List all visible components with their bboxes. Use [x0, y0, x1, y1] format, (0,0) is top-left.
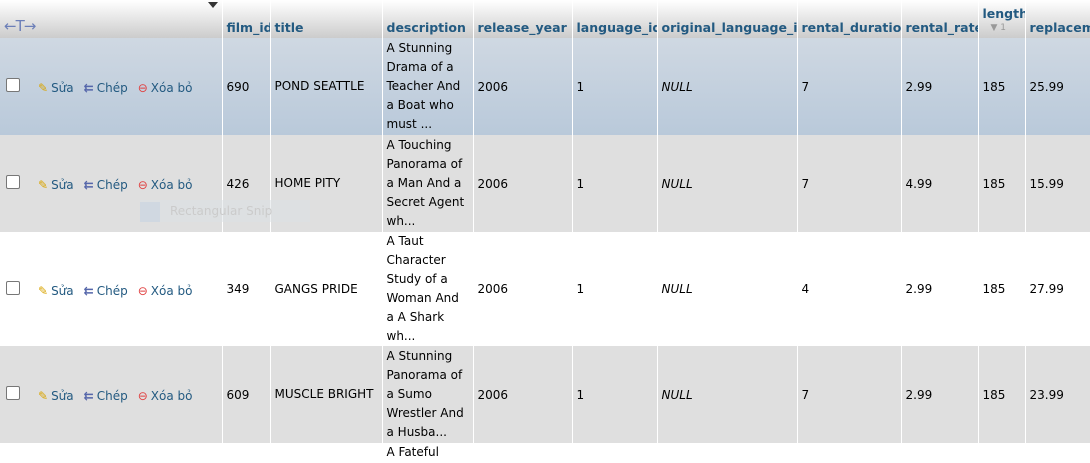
cell-original_language_id[interactable]: NULL [657, 346, 798, 443]
column-header-length[interactable]: length ▼ 1 [978, 0, 1026, 38]
cell-rental_duration[interactable]: 7 [797, 135, 902, 232]
sort-desc-icon: ▼ 1 [990, 23, 1007, 33]
cell-replacement[interactable]: 23.99 [1025, 346, 1090, 443]
pencil-icon: ✎ [38, 178, 49, 192]
column-resize-header[interactable]: ←T→ [0, 0, 223, 38]
pencil-icon: ✎ [38, 81, 49, 95]
delete-icon: ⊖ [137, 283, 148, 298]
copy-icon: ⇇ [83, 389, 94, 403]
cell-language_id[interactable]: 1 [572, 346, 658, 443]
cell-rental_rate[interactable]: 4.99 [901, 135, 979, 232]
delete-button[interactable]: ⊖ Xóa bỏ [138, 389, 193, 403]
cell-length[interactable]: 185 [978, 346, 1026, 443]
cell-replacement[interactable]: 15.99 [1025, 135, 1090, 232]
cell-film_id[interactable]: 609 [222, 346, 271, 443]
snip-overlay: Rectangular Snip [140, 200, 310, 222]
cell-release_year[interactable]: 2006 [473, 38, 573, 135]
edit-button[interactable]: ✎ Sửa [38, 178, 74, 192]
pencil-icon: ✎ [38, 389, 49, 403]
cell-rental_duration[interactable]: 7 [797, 38, 902, 135]
cell-description[interactable]: A Taut Character Study of a Woman And a … [382, 232, 474, 346]
column-header-original_language_id[interactable]: original_language_id [657, 0, 798, 38]
table-row[interactable]: ✎ Sửa ⇇ Chép ⊖ Xóa bỏ 609 MUSCLE BRIGHT A Stunni… [0, 346, 1090, 443]
column-header-rental_duration[interactable]: rental_duration [797, 0, 902, 38]
cell-rental_rate[interactable]: 2.99 [901, 232, 979, 346]
copy-button[interactable]: ⇇ Chép [84, 81, 128, 95]
cell-original_language_id[interactable]: NULL [657, 135, 798, 232]
cell-film_id[interactable]: 690 [222, 38, 271, 135]
cell-release_year[interactable]: 2006 [473, 346, 573, 443]
copy-button[interactable]: ⇇ Chép [84, 284, 128, 298]
cell-length[interactable]: 185 [978, 38, 1026, 135]
delete-button[interactable]: ⊖ Xóa bỏ [138, 178, 193, 192]
delete-icon: ⊖ [137, 178, 148, 192]
cell-description[interactable]: A Fateful [382, 443, 474, 463]
delete-icon: ⊖ [137, 81, 148, 95]
pencil-icon: ✎ [38, 283, 49, 298]
cell-replacement[interactable]: 27.99 [1025, 232, 1090, 346]
column-header-release_year[interactable]: release_year [473, 0, 573, 38]
cell-title[interactable]: MUSCLE BRIGHT [270, 346, 383, 443]
cell-length[interactable]: 185 [978, 232, 1026, 346]
delete-icon: ⊖ [137, 389, 148, 403]
edit-button[interactable]: ✎ Sửa [38, 81, 74, 95]
column-header-title[interactable]: title [270, 0, 383, 38]
copy-icon: ⇇ [83, 283, 94, 298]
cell-rental_rate[interactable]: 2.99 [901, 38, 979, 135]
row-checkbox[interactable] [6, 175, 20, 189]
cell-replacement[interactable]: 25.99 [1025, 38, 1090, 135]
cell-title[interactable]: GANGS PRIDE [270, 232, 383, 346]
table-row[interactable]: A Fateful [0, 443, 1090, 463]
column-header-description[interactable]: description [382, 0, 474, 38]
edit-button[interactable]: ✎ Sửa [38, 284, 74, 298]
delete-button[interactable]: ⊖ Xóa bỏ [138, 81, 193, 95]
copy-icon: ⇇ [83, 81, 94, 95]
row-checkbox[interactable] [6, 78, 20, 92]
cell-title[interactable]: POND SEATTLE [270, 38, 383, 135]
cell-rental_duration[interactable]: 4 [797, 232, 902, 346]
results-table: ←T→ film_id title description release_year l… [0, 0, 1090, 463]
cell-original_language_id[interactable]: NULL [657, 232, 798, 346]
edit-button[interactable]: ✎ Sửa [38, 389, 74, 403]
cell-language_id[interactable]: 1 [572, 38, 658, 135]
row-checkbox[interactable] [6, 280, 20, 295]
column-header-replaceme[interactable]: replaceme [1025, 0, 1090, 38]
row-checkbox[interactable] [6, 386, 20, 400]
cell-language_id[interactable]: 1 [572, 232, 658, 346]
column-arrows-icon[interactable]: ←T→ [4, 17, 36, 35]
cell-language_id[interactable]: 1 [572, 135, 658, 232]
table-row[interactable]: ✎ Sửa ⇇ Chép ⊖ Xóa bỏ 349 GANGS PRIDE A Taut Cha… [0, 232, 1090, 346]
cell-release_year[interactable]: 2006 [473, 135, 573, 232]
delete-button[interactable]: ⊖ Xóa bỏ [138, 284, 193, 298]
column-header-language_id[interactable]: language_id [572, 0, 658, 38]
copy-button[interactable]: ⇇ Chép [84, 178, 128, 192]
cell-rental_rate[interactable]: 2.99 [901, 346, 979, 443]
cell-rental_duration[interactable]: 7 [797, 346, 902, 443]
options-dropdown-icon[interactable] [207, 2, 218, 8]
cell-description[interactable]: A Stunning Drama of a Teacher And a Boat… [382, 38, 474, 135]
table-row[interactable]: ✎ Sửa ⇇ Chép ⊖ Xóa bỏ 690 POND SEATTLE A Stunnin… [0, 38, 1090, 135]
cell-length[interactable]: 185 [978, 135, 1026, 232]
column-header-film_id[interactable]: film_id [222, 0, 271, 38]
cell-release_year[interactable]: 2006 [473, 232, 573, 346]
cell-original_language_id[interactable]: NULL [657, 38, 798, 135]
cell-description[interactable]: A Touching Panorama of a Man And a Secre… [382, 135, 474, 232]
column-header-rental_rate[interactable]: rental_rate [901, 0, 979, 38]
copy-icon: ⇇ [83, 178, 94, 192]
cell-film_id[interactable]: 349 [222, 232, 271, 346]
copy-button[interactable]: ⇇ Chép [84, 389, 128, 403]
cell-description[interactable]: A Stunning Panorama of a Sumo Wrestler A… [382, 346, 474, 443]
